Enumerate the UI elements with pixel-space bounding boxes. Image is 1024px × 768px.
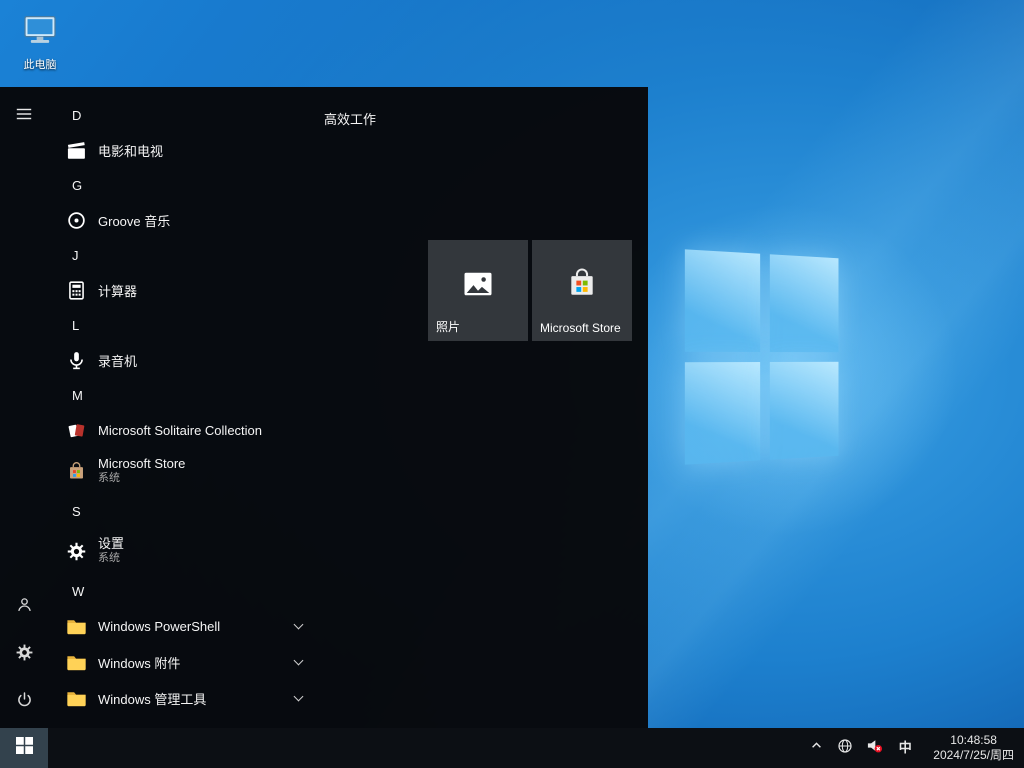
gear-icon	[64, 539, 88, 563]
expand-menu-button[interactable]	[0, 92, 48, 140]
start-button[interactable]	[0, 728, 48, 768]
app-label: Groove 音乐	[98, 211, 170, 230]
power-icon	[15, 691, 34, 715]
app-list-letter[interactable]: W	[48, 574, 316, 608]
app-label: 计算器	[98, 281, 137, 300]
folder-icon	[64, 614, 88, 638]
app-list-letter[interactable]: D	[48, 98, 316, 132]
letter-label: S	[72, 504, 81, 519]
app-label: 录音机	[98, 351, 137, 370]
letter-label: G	[72, 178, 82, 193]
chevron-down-icon	[294, 656, 304, 666]
voice-recorder-icon	[64, 348, 88, 372]
letter-label: J	[72, 248, 79, 263]
tile-label: Microsoft Store	[540, 321, 621, 335]
logo-pane	[770, 362, 839, 460]
photos-icon	[460, 266, 496, 307]
speaker-muted-icon	[866, 737, 883, 759]
start-menu-rail	[0, 87, 48, 728]
letter-label: W	[72, 584, 84, 599]
volume-button[interactable]	[865, 728, 883, 768]
letter-label: L	[72, 318, 79, 333]
taskbar: 中 10:48:58 2024/7/25/周四	[0, 728, 1024, 768]
tile-microsoft-store[interactable]: Microsoft Store	[532, 240, 632, 341]
app-list-letter[interactable]: L	[48, 308, 316, 342]
app-sublabel: 系统	[98, 551, 124, 566]
logo-pane	[685, 249, 760, 352]
folder-label: Windows 管理工具	[98, 689, 206, 708]
ime-indicator[interactable]: 中	[894, 728, 916, 768]
folder-icon	[64, 650, 88, 674]
app-sublabel: 系统	[98, 471, 185, 486]
folder-item-windows-accessories[interactable]: Windows 附件	[48, 644, 316, 680]
user-icon	[15, 595, 34, 619]
app-item-settings[interactable]: 设置 系统	[48, 528, 316, 574]
app-item-solitaire[interactable]: Microsoft Solitaire Collection	[48, 412, 316, 448]
hamburger-icon	[15, 105, 33, 128]
tray-overflow-button[interactable]	[807, 728, 825, 768]
chevron-down-icon	[294, 692, 304, 702]
start-menu: D 电影和电视 G Groove 音乐 J	[0, 87, 648, 728]
chevron-up-icon	[810, 739, 823, 757]
tile-photos[interactable]: 照片	[428, 240, 528, 341]
letter-label: D	[72, 108, 81, 123]
store-icon	[64, 459, 88, 483]
clock-date: 2024/7/25/周四	[933, 748, 1014, 763]
logo-pane	[685, 362, 760, 465]
app-item-microsoft-store[interactable]: Microsoft Store 系统	[48, 448, 316, 494]
taskbar-clock[interactable]: 10:48:58 2024/7/25/周四	[927, 733, 1020, 763]
calculator-icon	[64, 278, 88, 302]
chevron-down-icon	[294, 620, 304, 630]
user-account-button[interactable]	[0, 583, 48, 631]
start-app-list: D 电影和电视 G Groove 音乐 J	[48, 87, 316, 728]
movies-tv-icon	[64, 138, 88, 162]
groove-music-icon	[64, 208, 88, 232]
computer-icon	[20, 10, 60, 55]
power-button[interactable]	[0, 679, 48, 727]
tile-label: 照片	[436, 318, 460, 335]
windows-wallpaper-logo	[685, 249, 839, 464]
app-item-groove-music[interactable]: Groove 音乐	[48, 202, 316, 238]
folder-item-windows-powershell[interactable]: Windows PowerShell	[48, 608, 316, 644]
store-icon	[564, 266, 600, 307]
app-list-letter[interactable]: G	[48, 168, 316, 202]
app-list-letter[interactable]: M	[48, 378, 316, 412]
app-item-voice-recorder[interactable]: 录音机	[48, 342, 316, 378]
desktop-icon-this-pc[interactable]: 此电脑	[2, 10, 78, 72]
settings-button[interactable]	[0, 631, 48, 679]
folder-icon	[64, 686, 88, 710]
app-item-movies-tv[interactable]: 电影和电视	[48, 132, 316, 168]
logo-pane	[770, 254, 839, 352]
gear-icon	[15, 643, 34, 667]
clock-time: 10:48:58	[933, 733, 1014, 748]
app-list-letter[interactable]: J	[48, 238, 316, 272]
folder-label: Windows PowerShell	[98, 619, 220, 634]
tile-group-title[interactable]: 高效工作	[324, 109, 376, 128]
app-label: Microsoft Solitaire Collection	[98, 423, 262, 438]
app-label: 电影和电视	[98, 141, 163, 160]
app-label: Microsoft Store	[98, 456, 185, 471]
system-tray: 中 10:48:58 2024/7/25/周四	[807, 728, 1024, 768]
app-list-letter[interactable]: S	[48, 494, 316, 528]
folder-label: Windows 附件	[98, 653, 180, 672]
network-status-button[interactable]	[836, 728, 854, 768]
app-item-calculator[interactable]: 计算器	[48, 272, 316, 308]
letter-label: M	[72, 388, 83, 403]
desktop-icon-label: 此电脑	[24, 56, 57, 72]
windows-logo-icon	[16, 737, 33, 759]
folder-item-windows-ease-of-access[interactable]: Windows 轻松使用	[48, 716, 316, 728]
solitaire-icon	[64, 418, 88, 442]
globe-icon	[837, 738, 853, 759]
folder-item-windows-admin-tools[interactable]: Windows 管理工具	[48, 680, 316, 716]
app-label: 设置	[98, 536, 124, 551]
